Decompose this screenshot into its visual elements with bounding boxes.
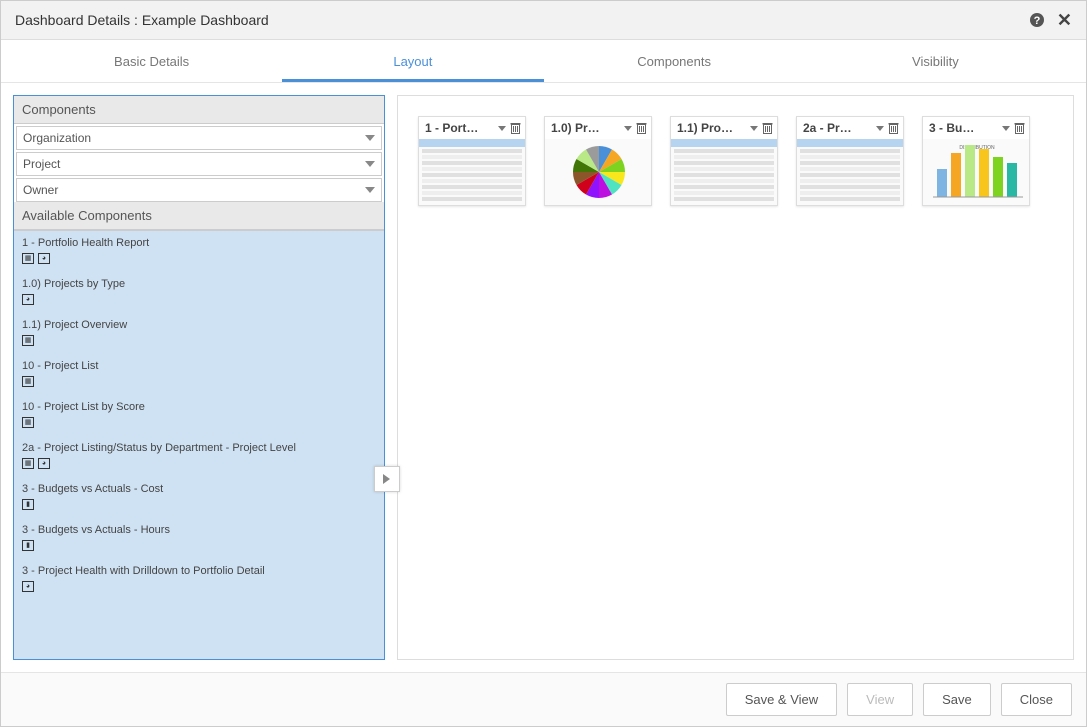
bars-icon: ▮	[22, 540, 34, 551]
table-preview	[419, 139, 525, 205]
table-icon: ▦	[22, 253, 34, 264]
left-pane: Components Organization Project Owner Av…	[13, 95, 385, 660]
filter-label: Organization	[23, 131, 91, 145]
available-component-item[interactable]: 2a - Project Listing/Status by Departmen…	[14, 436, 384, 456]
dashboard-widget[interactable]: 1.0) Pr…	[544, 116, 652, 206]
modal-footer: Save & View View Save Close	[1, 672, 1086, 726]
arrow-right-icon	[380, 472, 394, 486]
dashboard-widget[interactable]: 3 - Bu… DISTRIBUTION	[922, 116, 1030, 206]
available-components-header: Available Components	[14, 202, 384, 230]
chart-icon: ◕	[22, 294, 34, 305]
widget-header: 2a - Pr…	[797, 117, 903, 139]
svg-text:DISTRIBUTION: DISTRIBUTION	[959, 145, 995, 151]
trash-icon[interactable]	[888, 122, 899, 134]
components-header: Components	[14, 96, 384, 124]
filter-organization[interactable]: Organization	[16, 126, 382, 150]
tab-layout[interactable]: Layout	[282, 40, 543, 82]
widget-body	[419, 139, 525, 205]
tab-basic-details[interactable]: Basic Details	[21, 40, 282, 82]
chevron-down-icon	[365, 187, 375, 193]
save-button[interactable]: Save	[923, 683, 991, 716]
available-components-list[interactable]: 1 - Portfolio Health Report▦◕1.0) Projec…	[14, 230, 384, 659]
widget-title: 1.1) Pro…	[677, 121, 750, 135]
table-icon: ▦	[22, 458, 34, 469]
available-component-item[interactable]: 3 - Project Health with Drilldown to Por…	[14, 559, 384, 579]
component-type-icons: ▦◕	[14, 251, 384, 272]
widget-menu-icon[interactable]	[750, 126, 758, 131]
component-type-icons: ▦	[14, 333, 384, 354]
widget-title: 3 - Bu…	[929, 121, 1002, 135]
tab-components[interactable]: Components	[544, 40, 805, 82]
widget-grid: 1 - Port… 1.0) Pr… 1.1) Pro… 2a - Pr… 3 - Bu…	[418, 116, 1053, 206]
table-icon: ▦	[22, 376, 34, 387]
svg-text:?: ?	[1034, 15, 1041, 27]
pie-chart-preview	[545, 139, 651, 205]
widget-header: 1.0) Pr…	[545, 117, 651, 139]
modal-title: Dashboard Details : Example Dashboard	[15, 12, 269, 28]
dashboard-details-modal: Dashboard Details : Example Dashboard ? …	[0, 0, 1087, 727]
chevron-down-icon	[365, 161, 375, 167]
trash-icon[interactable]	[1014, 122, 1025, 134]
help-icon[interactable]: ?	[1029, 12, 1045, 28]
chart-icon: ◕	[38, 253, 50, 264]
table-preview	[671, 139, 777, 205]
layout-canvas[interactable]: 1 - Port… 1.0) Pr… 1.1) Pro… 2a - Pr… 3 - Bu…	[397, 95, 1074, 660]
table-icon: ▦	[22, 417, 34, 428]
widget-header: 1.1) Pro…	[671, 117, 777, 139]
available-component-item[interactable]: 1 - Portfolio Health Report	[14, 231, 384, 251]
widget-menu-icon[interactable]	[1002, 126, 1010, 131]
component-type-icons: ▮	[14, 538, 384, 559]
trash-icon[interactable]	[636, 122, 647, 134]
available-component-item[interactable]: 1.1) Project Overview	[14, 313, 384, 333]
filter-label: Project	[23, 157, 60, 171]
available-component-item[interactable]: 3 - Budgets vs Actuals - Cost	[14, 477, 384, 497]
widget-menu-icon[interactable]	[624, 126, 632, 131]
widget-menu-icon[interactable]	[498, 126, 506, 131]
dashboard-widget[interactable]: 1.1) Pro…	[670, 116, 778, 206]
widget-body	[545, 139, 651, 205]
tab-visibility[interactable]: Visibility	[805, 40, 1066, 82]
widget-header: 3 - Bu…	[923, 117, 1029, 139]
component-type-icons: ◕	[14, 292, 384, 313]
filter-project[interactable]: Project	[16, 152, 382, 176]
table-preview	[797, 139, 903, 205]
modal-body: Components Organization Project Owner Av…	[1, 83, 1086, 672]
widget-title: 2a - Pr…	[803, 121, 876, 135]
filter-label: Owner	[23, 183, 58, 197]
available-component-item[interactable]: 10 - Project List	[14, 354, 384, 374]
widget-title: 1.0) Pr…	[551, 121, 624, 135]
tabs-bar: Basic Details Layout Components Visibili…	[1, 40, 1086, 83]
component-type-icons: ▦	[14, 374, 384, 395]
chevron-down-icon	[365, 135, 375, 141]
widget-header: 1 - Port…	[419, 117, 525, 139]
component-type-icons: ▦◕	[14, 456, 384, 477]
trash-icon[interactable]	[762, 122, 773, 134]
trash-icon[interactable]	[510, 122, 521, 134]
modal-header: Dashboard Details : Example Dashboard ? …	[1, 1, 1086, 40]
component-type-icons: ▮	[14, 497, 384, 518]
widget-body: DISTRIBUTION	[923, 139, 1029, 205]
chart-icon: ◕	[22, 581, 34, 592]
close-icon[interactable]: ✕	[1057, 11, 1072, 29]
widget-body	[671, 139, 777, 205]
available-component-item[interactable]: 1.0) Projects by Type	[14, 272, 384, 292]
filter-owner[interactable]: Owner	[16, 178, 382, 202]
dashboard-widget[interactable]: 1 - Port…	[418, 116, 526, 206]
dashboard-widget[interactable]: 2a - Pr…	[796, 116, 904, 206]
widget-menu-icon[interactable]	[876, 126, 884, 131]
close-button[interactable]: Close	[1001, 683, 1072, 716]
component-type-icons: ▦	[14, 415, 384, 436]
available-component-item[interactable]: 10 - Project List by Score	[14, 395, 384, 415]
save-and-view-button[interactable]: Save & View	[726, 683, 837, 716]
view-button[interactable]: View	[847, 683, 913, 716]
chart-icon: ◕	[38, 458, 50, 469]
component-type-icons: ◕	[14, 579, 384, 600]
widget-title: 1 - Port…	[425, 121, 498, 135]
bars-icon: ▮	[22, 499, 34, 510]
table-icon: ▦	[22, 335, 34, 346]
add-component-button[interactable]	[374, 466, 400, 492]
widget-body	[797, 139, 903, 205]
available-component-item[interactable]: 3 - Budgets vs Actuals - Hours	[14, 518, 384, 538]
bar-chart-preview: DISTRIBUTION	[923, 139, 1029, 205]
